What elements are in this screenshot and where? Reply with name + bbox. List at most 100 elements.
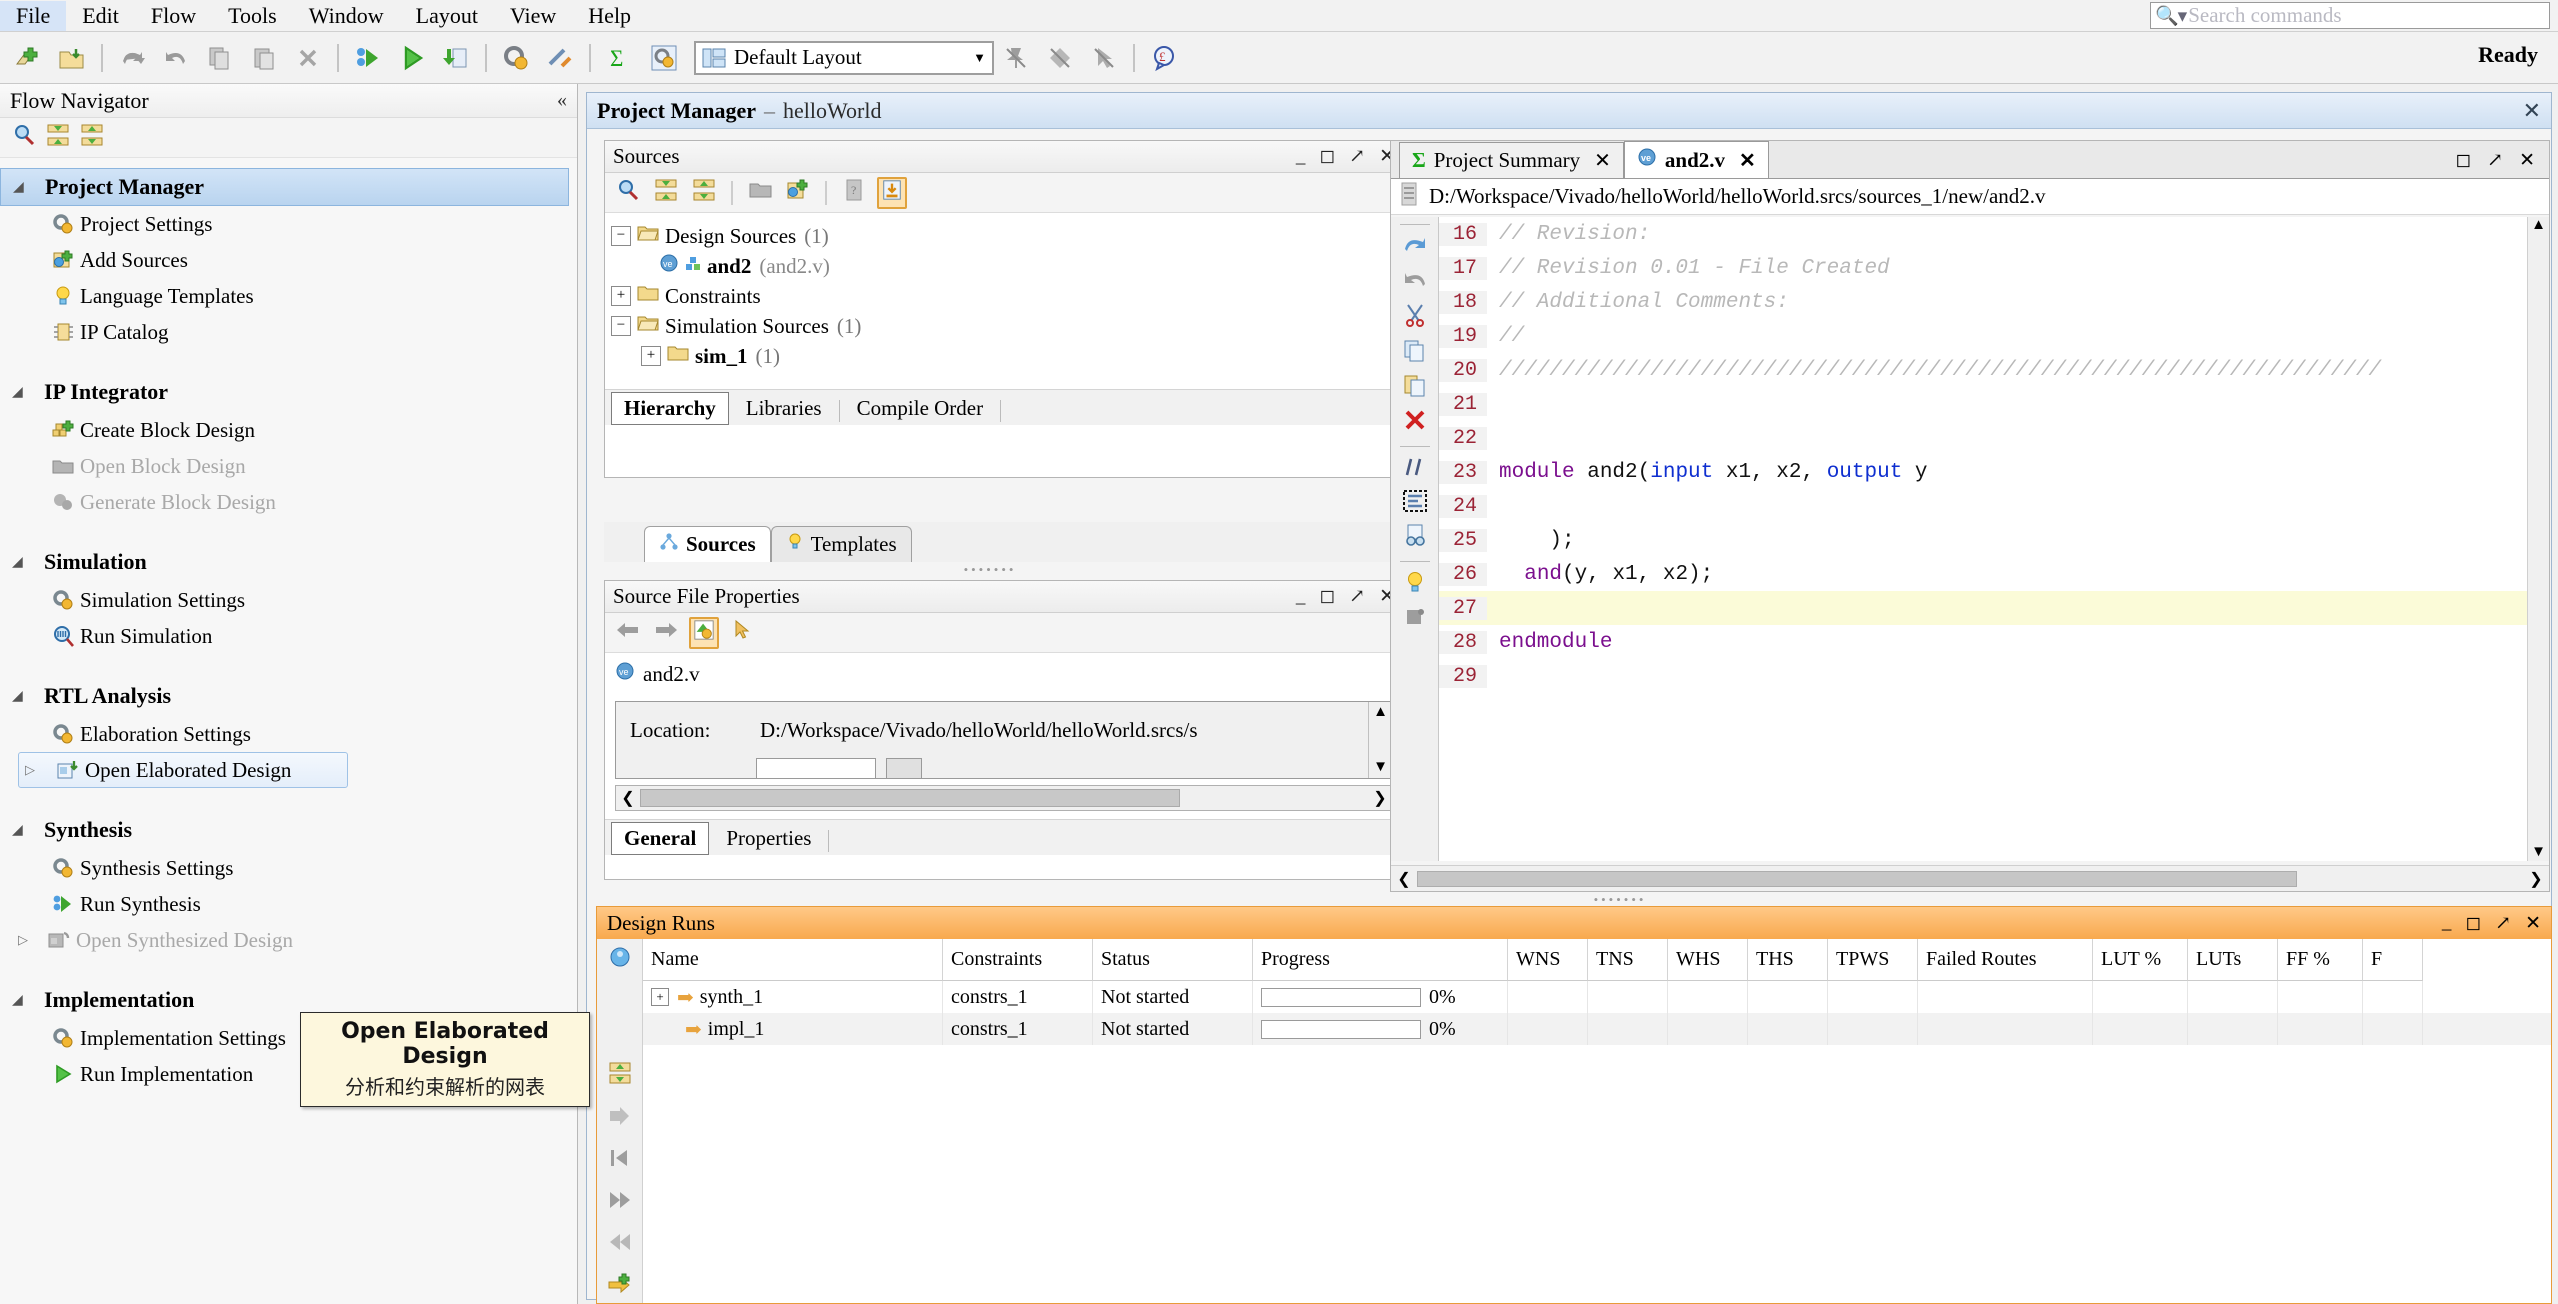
column-header-status[interactable]: Status [1093,939,1253,981]
table-row[interactable]: ➡ impl_1 constrs_1 Not started 0% [643,1013,2551,1045]
sfp-browse-button[interactable] [886,758,922,778]
tab-hierarchy[interactable]: Hierarchy [611,392,729,425]
editor-code-area[interactable]: 16 // Revision: 17 // Revision 0.01 - File… [1439,217,2549,861]
search-icon[interactable] [12,123,36,153]
undo-icon[interactable] [1402,233,1428,263]
sidebar-item-simulation-settings[interactable]: Simulation Settings [0,582,577,618]
expand-all-icon[interactable] [689,178,719,208]
float-icon[interactable]: ↗ [1349,145,1365,168]
collapse-icon[interactable]: « [557,89,567,112]
column-header-failed-routes[interactable]: Failed Routes [1918,939,2093,981]
float-icon[interactable] [1041,39,1079,77]
report-icon[interactable]: £ [1145,39,1183,77]
undo-icon[interactable] [113,39,151,77]
open-project-icon[interactable] [53,39,91,77]
sidebar-item-open-elaborated-design[interactable]: ▷ Open Elaborated Design [18,752,348,788]
arrow-icon[interactable] [1085,39,1123,77]
scroll-thumb[interactable] [640,789,1180,807]
forward-icon[interactable] [607,1189,633,1217]
project-summary-icon[interactable]: Σ [601,39,639,77]
column-header-tns[interactable]: TNS [1588,939,1668,981]
close-icon[interactable]: ✕ [2523,98,2541,124]
column-header-progress[interactable]: Progress [1253,939,1508,981]
column-header-name[interactable]: Name [643,939,943,981]
chevron-right-icon[interactable]: ▷ [25,762,51,778]
menu-item-window[interactable]: Window [293,1,400,31]
lightbulb-icon[interactable] [1403,570,1427,600]
chevron-down-icon[interactable]: ▼ [973,50,986,66]
step-icon[interactable] [607,1105,633,1133]
close-icon[interactable]: ✕ [1594,148,1611,173]
redo-icon[interactable] [1402,268,1428,298]
splitter-handle[interactable]: ••••••• [930,562,1050,578]
scroll-left-icon[interactable]: ❮ [1391,869,1417,889]
indent-icon[interactable] [1402,490,1427,518]
column-header-whs[interactable]: WHS [1668,939,1748,981]
add-sources-icon[interactable] [783,178,813,208]
new-project-icon[interactable] [9,39,47,77]
collapse-all-icon[interactable] [651,178,681,208]
sidebar-group-project-manager[interactable]: ◢ Project Manager [0,168,569,206]
tree-node-constraints[interactable]: + Constraints [611,281,1397,311]
table-row[interactable]: + ➡ synth_1 constrs_1 Not started 0% [643,981,2551,1013]
doctab-sources[interactable]: Sources [644,526,771,562]
info-icon[interactable] [608,945,632,975]
maximize-icon[interactable]: ◻ [1319,585,1335,608]
sidebar-group-ip-integrator[interactable]: ◢ IP Integrator [0,372,577,412]
sidebar-item-elaboration-settings[interactable]: Elaboration Settings [0,716,577,752]
maximize-icon[interactable]: ◻ [2455,149,2471,172]
scroll-down-icon[interactable]: ▼ [2531,844,2546,861]
expander-icon[interactable]: − [611,316,631,336]
editor-tab-project-summary[interactable]: Σ Project Summary ✕ [1399,142,1624,178]
maximize-icon[interactable]: ◻ [2465,912,2481,935]
tab-properties[interactable]: Properties [713,822,824,855]
close-icon[interactable]: ✕ [1739,148,1756,173]
column-header-luts[interactable]: LUTs [2188,939,2278,981]
tree-node-simulation-sources[interactable]: − Simulation Sources (1) [611,311,1397,341]
minimize-icon[interactable]: _ [2442,912,2452,935]
layout-combo[interactable]: Default Layout ▼ [694,40,994,75]
comment-icon[interactable] [1403,455,1427,485]
help-icon[interactable]: ? [839,178,869,208]
scroll-up-icon[interactable]: ▲ [2531,217,2546,234]
collapse-expand-icon[interactable] [608,1061,632,1091]
sidebar-group-rtl-analysis[interactable]: ◢ RTL Analysis [0,676,577,716]
editor-vertical-scrollbar[interactable]: ▲ ▼ [2527,217,2549,861]
sidebar-item-open-synthesized-design[interactable]: ▷ Open Synthesized Design [0,922,577,958]
collapse-all-icon[interactable] [46,123,70,153]
column-header-f[interactable]: F [2363,939,2423,981]
paste-icon[interactable] [1403,373,1427,403]
tab-general[interactable]: General [611,822,710,855]
sidebar-item-language-templates[interactable]: Language Templates [0,278,577,314]
sidebar-item-create-block-design[interactable]: Create Block Design [0,412,577,448]
generate-bitstream-icon[interactable] [437,39,475,77]
open-file-icon[interactable] [745,178,775,208]
sidebar-item-ip-catalog[interactable]: IP Catalog [0,314,577,350]
menu-item-help[interactable]: Help [572,1,647,31]
paste-icon[interactable] [245,39,283,77]
tree-node-sim1[interactable]: + sim_1 (1) [611,341,1397,371]
pin-icon[interactable] [997,39,1035,77]
chevron-right-icon[interactable]: ▷ [18,932,42,948]
column-header-ff-pct[interactable]: FF % [2278,939,2363,981]
tree-node-and2[interactable]: ve and2 (and2.v) [611,251,1397,281]
project-settings-icon[interactable] [497,39,535,77]
menu-item-layout[interactable]: Layout [400,1,494,31]
sidebar-item-generate-block-design[interactable]: Generate Block Design [0,484,577,520]
column-header-constraints[interactable]: Constraints [943,939,1093,981]
maximize-icon[interactable]: ◻ [1319,145,1335,168]
search-icon[interactable] [613,178,643,208]
run-synthesis-icon[interactable] [349,39,387,77]
expander-icon[interactable]: + [651,988,669,1006]
float-icon[interactable]: ↗ [1349,585,1365,608]
redo-icon[interactable] [157,39,195,77]
column-header-tpws[interactable]: TPWS [1828,939,1918,981]
sidebar-item-run-synthesis[interactable]: Run Synthesis [0,886,577,922]
hierarchy-update-icon[interactable] [877,176,907,209]
back-arrow-icon[interactable] [613,620,643,646]
expander-icon[interactable]: + [641,346,661,366]
delete-icon[interactable] [1403,408,1427,438]
close-icon[interactable]: ✕ [2519,149,2535,172]
tab-libraries[interactable]: Libraries [733,392,835,425]
sidebar-group-simulation[interactable]: ◢ Simulation [0,542,577,582]
